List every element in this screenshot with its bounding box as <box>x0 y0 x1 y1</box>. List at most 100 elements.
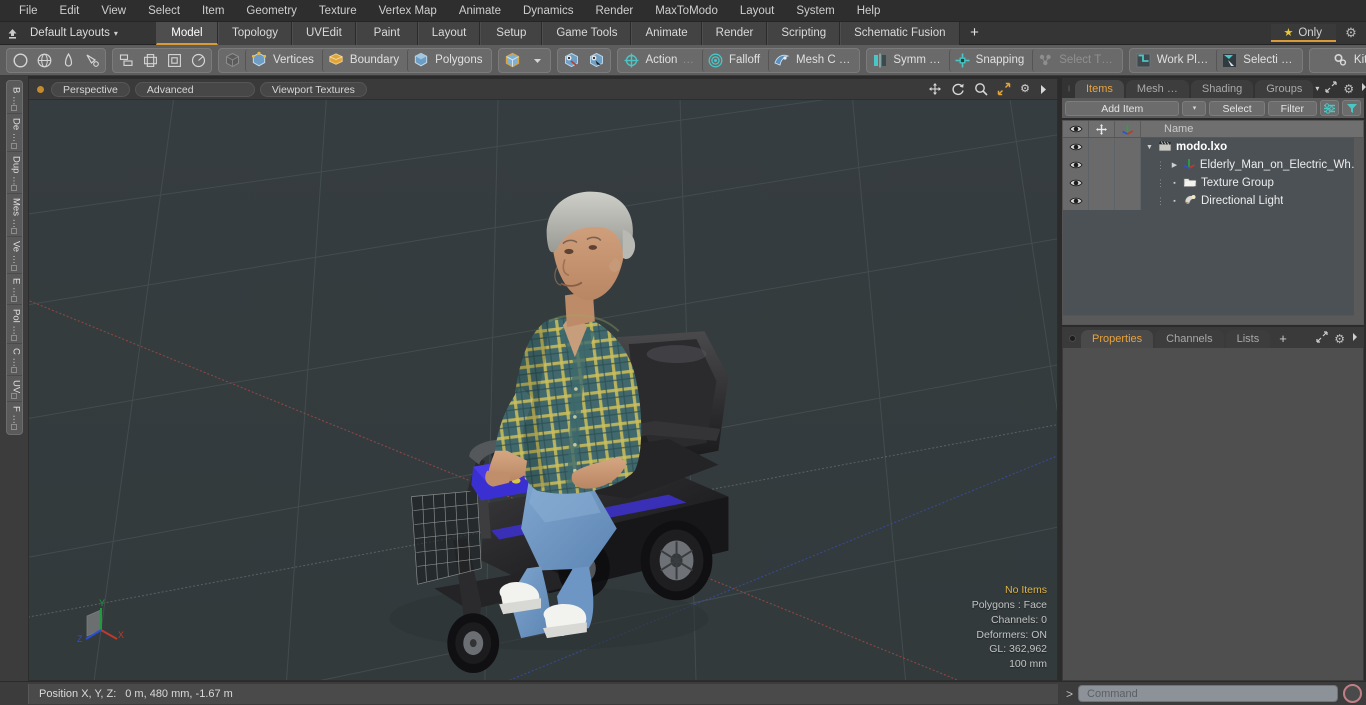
tab-model[interactable]: Model <box>155 21 218 45</box>
fit-icon[interactable] <box>997 82 1011 96</box>
menu-item-select[interactable]: Select <box>137 0 191 22</box>
visibility-toggle[interactable] <box>1063 192 1089 210</box>
symmetry-button[interactable]: Symm … <box>868 49 948 72</box>
left-tab-deform[interactable]: De … <box>6 114 22 152</box>
record-circle-icon[interactable] <box>1343 684 1362 703</box>
visibility-toggle[interactable] <box>1063 138 1089 156</box>
command-input[interactable] <box>1078 685 1338 702</box>
perspective-viewport[interactable]: Y X Z No Items Polygons : Face Channels:… <box>28 99 1058 681</box>
bounding-box-icon[interactable] <box>162 49 186 72</box>
row-content[interactable]: ⋮ ▪ Directional Light <box>1141 192 1363 210</box>
chevron-down-icon[interactable]: ▾ <box>1182 100 1207 116</box>
expand-icon[interactable] <box>1325 81 1337 96</box>
lock-cell[interactable] <box>1089 138 1115 156</box>
viewport-camera-button[interactable]: Perspective <box>51 81 130 97</box>
align-icon[interactable] <box>114 49 138 72</box>
layout-preset-label[interactable]: Default Layouts <box>24 27 110 39</box>
left-tab-vertex[interactable]: Ve … <box>6 237 22 274</box>
item-tree[interactable]: Name ▼ modo.lxo ⋮ ▶ Elderly_Man_on_Elect… <box>1062 120 1364 325</box>
table-row[interactable]: ⋮ ▶ Elderly_Man_on_Electric_Wh … <box>1063 156 1363 174</box>
tab-uvedit[interactable]: UVEdit <box>291 21 356 45</box>
lock-cell[interactable] <box>1089 174 1115 192</box>
item-tree-horizontal-scrollbar[interactable] <box>1063 315 1363 324</box>
select-button[interactable]: Select <box>1209 100 1265 116</box>
menu-item-file[interactable]: File <box>8 0 49 22</box>
rotate-icon[interactable] <box>951 82 965 96</box>
globe-icon[interactable] <box>32 49 56 72</box>
work-plane-button[interactable]: Work Pl… <box>1131 49 1217 72</box>
tab-properties[interactable]: Properties <box>1081 330 1154 348</box>
left-tab-polygon[interactable]: Pol … <box>6 305 22 345</box>
menu-item-edit[interactable]: Edit <box>49 0 91 22</box>
selection-set-button[interactable]: Selecti … <box>1216 48 1300 72</box>
chevron-right-icon[interactable] <box>1039 84 1048 95</box>
axis-cell[interactable] <box>1115 138 1141 156</box>
menu-item-vertex-map[interactable]: Vertex Map <box>368 0 448 22</box>
tab-render[interactable]: Render <box>701 21 768 45</box>
left-tab-uv[interactable]: UV <box>6 376 22 403</box>
menu-item-dynamics[interactable]: Dynamics <box>512 0 584 22</box>
menu-item-render[interactable]: Render <box>584 0 644 22</box>
tab-groups[interactable]: Groups <box>1255 80 1314 98</box>
chevron-down-icon[interactable]: ▾ <box>1315 84 1319 93</box>
item-tree-vertical-scrollbar[interactable] <box>1354 138 1363 324</box>
select-through-button[interactable]: Select T… <box>1032 48 1120 72</box>
tab-setup[interactable]: Setup <box>480 21 543 45</box>
tab-topology[interactable]: Topology <box>217 21 292 45</box>
cube-select-b-icon[interactable] <box>584 49 609 72</box>
action-center-button[interactable]: Action … <box>619 49 701 72</box>
list-options-icon[interactable] <box>1320 100 1339 116</box>
row-content[interactable]: ⋮ ▪ Texture Group <box>1141 174 1363 192</box>
mesh-constraint-button[interactable]: Mesh C … <box>768 48 858 72</box>
menu-item-item[interactable]: Item <box>191 0 235 22</box>
menu-item-texture[interactable]: Texture <box>308 0 368 22</box>
tab-lists[interactable]: Lists <box>1225 330 1271 348</box>
table-row[interactable]: ⋮ ▪ Texture Group <box>1063 174 1363 192</box>
tab-mesh[interactable]: Mesh … <box>1125 80 1189 98</box>
menu-item-geometry[interactable]: Geometry <box>235 0 308 22</box>
axis-cell[interactable] <box>1115 174 1141 192</box>
viewport-shading-button[interactable]: Advanced <box>134 81 255 97</box>
tab-game-tools[interactable]: Game Tools <box>542 21 632 45</box>
chevron-right-icon[interactable] <box>1351 332 1359 345</box>
tab-animate[interactable]: Animate <box>631 21 702 45</box>
gear-icon[interactable]: ⚙ <box>1334 332 1345 346</box>
scene-model-elderly-man-on-electric-wheelchair[interactable] <box>29 100 1057 680</box>
filter-button[interactable]: Filter <box>1267 100 1317 116</box>
cube-select-a-icon[interactable] <box>559 49 584 72</box>
panel-menu-dot[interactable] <box>1068 85 1070 92</box>
lock-cell[interactable] <box>1089 192 1115 210</box>
add-tab-button[interactable]: + <box>960 22 990 45</box>
left-tab-curve[interactable]: C … <box>6 344 22 377</box>
kits-button[interactable]: Kits <box>1311 49 1366 72</box>
expand-icon[interactable] <box>1316 331 1328 346</box>
left-tab-mesh[interactable]: Mes … <box>6 194 22 238</box>
gear-icon[interactable]: ⚙ <box>1343 82 1354 96</box>
tab-items[interactable]: Items <box>1075 80 1124 98</box>
menu-item-view[interactable]: View <box>90 0 137 22</box>
left-tab-edge[interactable]: E … <box>6 274 22 306</box>
only-toggle-button[interactable]: ★ Only <box>1271 24 1336 42</box>
left-tab-basic[interactable]: B … <box>6 83 22 115</box>
tab-scripting[interactable]: Scripting <box>767 21 841 45</box>
table-row[interactable]: ⋮ ▪ Directional Light <box>1063 192 1363 210</box>
menu-item-layout[interactable]: Layout <box>729 0 786 22</box>
axis-cell[interactable] <box>1115 192 1141 210</box>
menu-item-animate[interactable]: Animate <box>448 0 512 22</box>
table-row[interactable]: ▼ modo.lxo <box>1063 138 1363 156</box>
expander-icon[interactable]: ▶ <box>1170 161 1179 169</box>
tab-paint[interactable]: Paint <box>355 21 418 45</box>
expander-icon[interactable]: ▼ <box>1145 144 1154 151</box>
boundary-mode-button[interactable]: Boundary <box>321 48 407 72</box>
brush-icon[interactable] <box>80 49 104 72</box>
left-tab-fusion[interactable]: F … <box>7 402 22 432</box>
center-icon[interactable] <box>138 49 162 72</box>
radial-icon[interactable] <box>186 49 210 72</box>
move-icon[interactable] <box>928 82 942 96</box>
viewport-textures-button[interactable]: Viewport Textures <box>259 81 367 97</box>
lock-cell[interactable] <box>1089 156 1115 174</box>
tab-schematic-fusion[interactable]: Schematic Fusion <box>840 21 960 45</box>
falloff-button[interactable]: Falloff <box>701 48 768 72</box>
left-tab-duplicate[interactable]: Dup … <box>6 152 22 195</box>
vertices-mode-button[interactable]: Vertices <box>245 48 322 72</box>
